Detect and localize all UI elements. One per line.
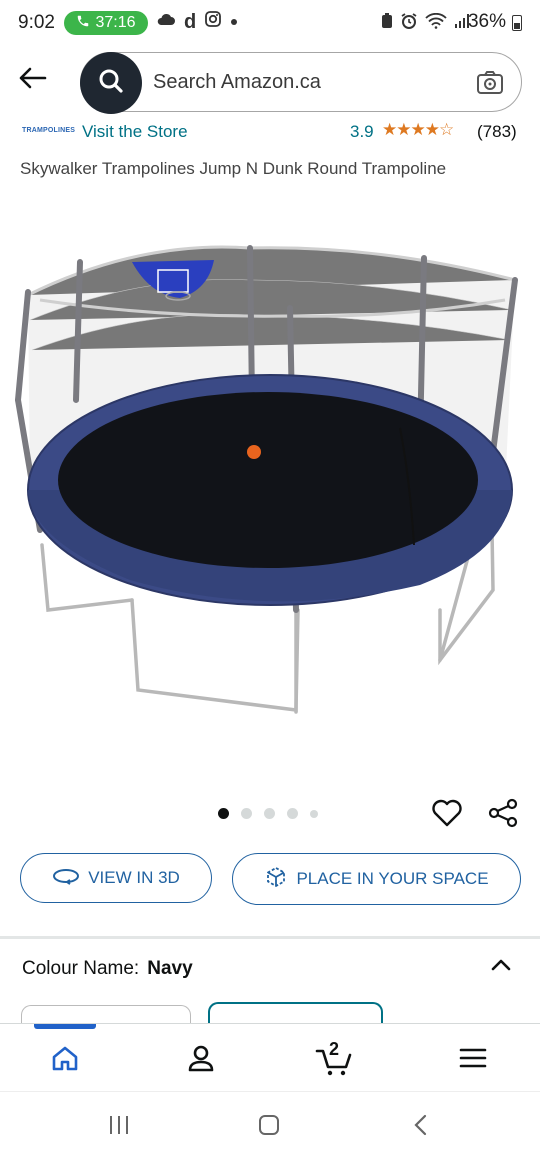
- recent-apps-icon: [107, 1114, 131, 1141]
- chevron-left-icon: [411, 1113, 431, 1142]
- system-navigation-bar: [0, 1091, 540, 1158]
- wifi-icon: [425, 12, 447, 34]
- back-button[interactable]: [12, 60, 52, 100]
- chevron-up-icon: [488, 959, 514, 982]
- rating-stars[interactable]: ★★★★☆: [382, 120, 454, 140]
- cart-count-badge: 2: [329, 1039, 340, 1059]
- colour-value: Navy: [147, 958, 193, 979]
- brand-logo[interactable]: TRAMPOLINES: [22, 120, 75, 142]
- camera-search-icon[interactable]: [475, 68, 505, 98]
- rating-count[interactable]: (783): [477, 122, 517, 142]
- back-arrow-icon: [17, 66, 47, 95]
- product-image[interactable]: [0, 200, 540, 780]
- bottom-navigation: 2: [0, 1023, 540, 1091]
- alarm-icon: [400, 12, 418, 35]
- place-in-your-space-label: PLACE IN YOUR SPACE: [296, 869, 489, 888]
- back-system-button[interactable]: [406, 1112, 436, 1142]
- search-header: Search Amazon.ca: [0, 46, 540, 118]
- colour-selector-header[interactable]: Colour Name: Navy: [22, 958, 193, 980]
- status-time: 9:02: [18, 12, 55, 33]
- carousel-dot[interactable]: [218, 808, 229, 819]
- store-row: TRAMPOLINES Visit the Store 3.9 ★★★★☆ (7…: [0, 116, 540, 150]
- colour-label: Colour Name:: [22, 958, 140, 979]
- menu-icon: [458, 1046, 488, 1075]
- carousel-dot[interactable]: [310, 809, 318, 818]
- status-bar: 9:02 37:16 d 36%: [0, 0, 540, 46]
- carousel-dot[interactable]: [264, 808, 275, 819]
- search-input[interactable]: Search Amazon.ca: [80, 52, 522, 114]
- trampoline-illustration: [15, 245, 518, 714]
- ar-cube-icon: [264, 865, 288, 894]
- rotate-3d-icon: [52, 866, 80, 891]
- search-placeholder: Search Amazon.ca: [153, 71, 321, 93]
- heart-icon: [430, 799, 464, 834]
- rating-value[interactable]: 3.9: [350, 122, 374, 142]
- nav-home[interactable]: [45, 1040, 85, 1080]
- notification-icons: d: [156, 10, 238, 33]
- call-indicator[interactable]: 37:16: [64, 11, 148, 35]
- collapse-colour-button[interactable]: [488, 952, 514, 978]
- recent-apps-button[interactable]: [104, 1112, 134, 1142]
- share-icon: [486, 798, 520, 834]
- home-square-icon: [257, 1113, 281, 1142]
- phone-icon: [76, 14, 90, 33]
- add-to-list-button[interactable]: [430, 796, 464, 830]
- section-divider: [0, 936, 540, 939]
- instagram-icon: [204, 10, 222, 33]
- place-in-your-space-button[interactable]: PLACE IN YOUR SPACE: [232, 853, 521, 905]
- product-title: Skywalker Trampolines Jump N Dunk Round …: [20, 159, 447, 178]
- d-app-icon: d: [184, 10, 197, 33]
- carousel-dot[interactable]: [287, 808, 298, 819]
- system-icons: [381, 12, 470, 35]
- search-button[interactable]: [80, 52, 142, 114]
- battery-saver-icon: [381, 13, 393, 34]
- call-timer: 37:16: [95, 14, 136, 31]
- search-icon: [97, 67, 125, 100]
- view-in-3d-button[interactable]: VIEW IN 3D: [20, 853, 212, 903]
- visit-store-link[interactable]: Visit the Store: [82, 122, 188, 142]
- nav-account[interactable]: [181, 1040, 221, 1080]
- home-icon: [50, 1043, 80, 1078]
- cart-icon: 2: [315, 1039, 355, 1077]
- active-tab-indicator: [34, 1024, 96, 1029]
- share-button[interactable]: [486, 796, 520, 830]
- battery-percentage: 36%: [467, 11, 506, 32]
- view-in-3d-label: VIEW IN 3D: [88, 868, 180, 887]
- nav-menu[interactable]: [453, 1040, 493, 1080]
- account-icon: [186, 1043, 216, 1078]
- home-system-button[interactable]: [254, 1112, 284, 1142]
- nav-cart[interactable]: 2: [315, 1039, 355, 1080]
- more-notifications-dot-icon: [230, 13, 238, 31]
- battery-icon: [512, 15, 522, 31]
- carousel-dot[interactable]: [241, 808, 252, 819]
- carousel-dots[interactable]: [218, 808, 318, 819]
- cloud-icon: [156, 12, 176, 31]
